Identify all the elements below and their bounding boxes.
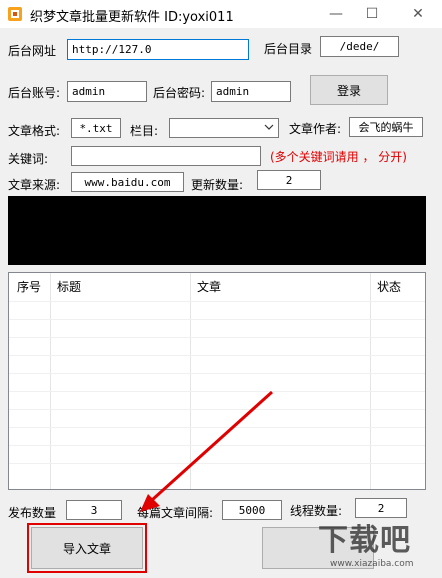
watermark-url: www.xiazaiba.com <box>330 559 414 569</box>
watermark-logo: 下载吧 <box>318 523 411 558</box>
watermark: 下载吧 www.xiazaiba.com <box>318 515 438 575</box>
annotation-arrow-icon <box>140 390 274 512</box>
